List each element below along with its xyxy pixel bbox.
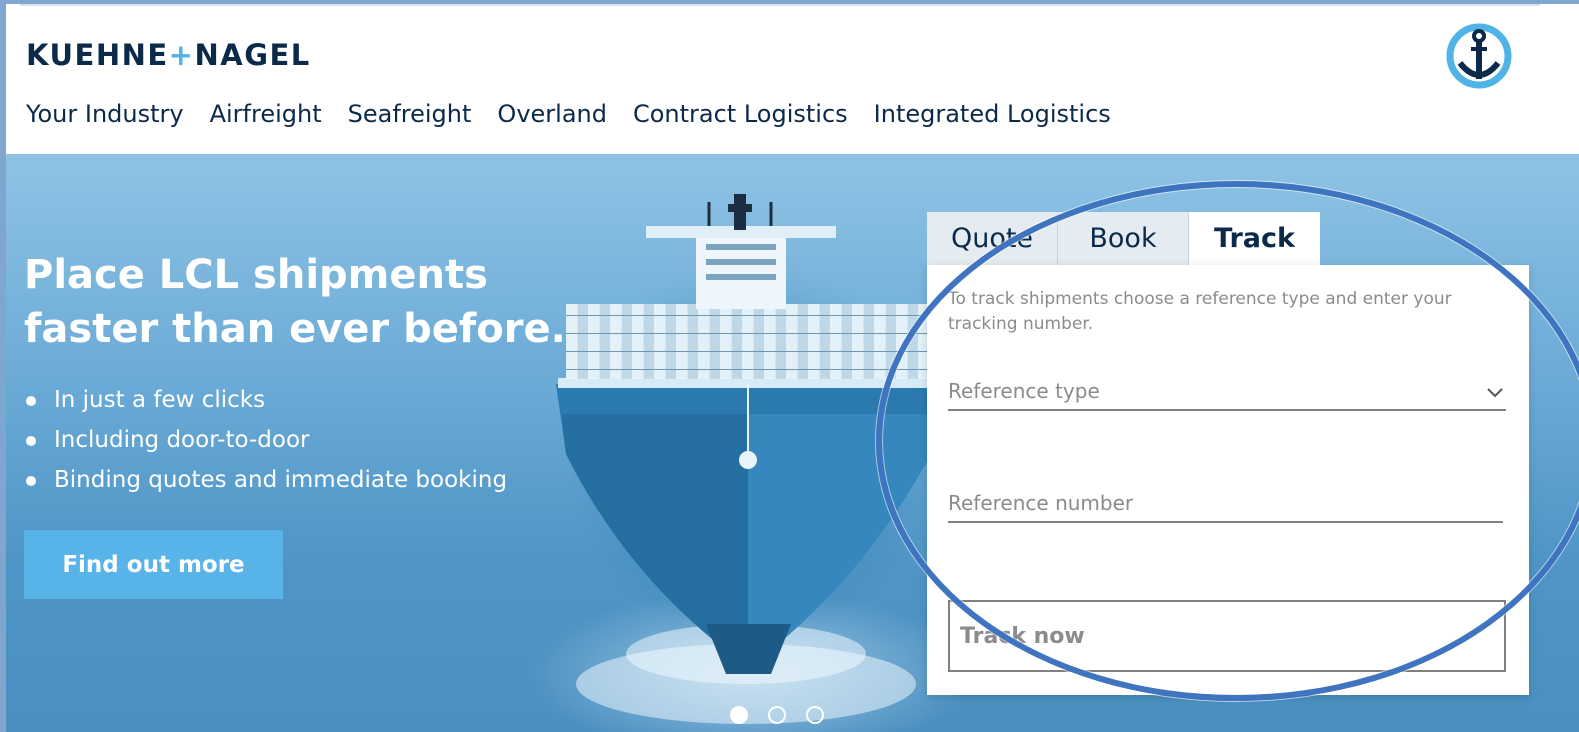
nav-item-contract-logistics[interactable]: Contract Logistics [633,100,848,128]
bullet-item: Binding quotes and immediate booking [24,460,507,500]
site-header: KUEHNE+NAGEL Your Industry Airfreight Se… [6,4,1579,154]
reference-number-input[interactable]: Reference number [948,485,1503,523]
tab-track[interactable]: Track [1189,212,1320,265]
anchor-icon[interactable] [1442,19,1516,93]
bullet-item: Including door-to-door [24,420,507,460]
track-now-button[interactable]: Track now [948,600,1506,672]
hero-banner: Place LCL shipments faster than ever bef… [6,154,1579,732]
find-out-more-button[interactable]: Find out more [24,530,283,599]
nav-item-seafreight[interactable]: Seafreight [348,100,472,128]
nav-item-airfreight[interactable]: Airfreight [210,100,322,128]
top-rule [20,4,1540,6]
reference-type-placeholder: Reference type [948,379,1100,403]
main-nav: Your Industry Airfreight Seafreight Over… [26,100,1137,128]
carousel-dots [730,706,824,724]
nav-item-overland[interactable]: Overland [497,100,607,128]
tab-quote[interactable]: Quote [927,212,1058,265]
hero-headline: Place LCL shipments faster than ever bef… [24,248,584,356]
reference-type-select[interactable]: Reference type [948,373,1506,411]
track-instructions: To track shipments choose a reference ty… [948,289,1452,334]
quote-book-track-tabs: Quote Book Track [927,212,1320,265]
bullet-item: In just a few clicks [24,380,507,420]
nav-item-your-industry[interactable]: Your Industry [26,100,184,128]
tab-book[interactable]: Book [1058,212,1189,265]
brand-logo[interactable]: KUEHNE+NAGEL [26,38,311,72]
logo-text-left: KUEHNE [26,38,169,72]
carousel-dot-1[interactable] [730,706,748,724]
nav-item-integrated-logistics[interactable]: Integrated Logistics [874,100,1111,128]
carousel-dot-3[interactable] [806,706,824,724]
headline-line-2: faster than ever before. [24,306,566,352]
track-panel: To track shipments choose a reference ty… [927,265,1529,695]
reference-number-placeholder: Reference number [948,491,1134,515]
logo-text-right: NAGEL [194,38,311,72]
carousel-dot-2[interactable] [768,706,786,724]
hero-bullet-list: In just a few clicks Including door-to-d… [24,380,507,500]
logo-plus: + [168,38,195,72]
chevron-down-icon [1487,388,1503,398]
headline-line-1: Place LCL shipments [24,252,488,298]
